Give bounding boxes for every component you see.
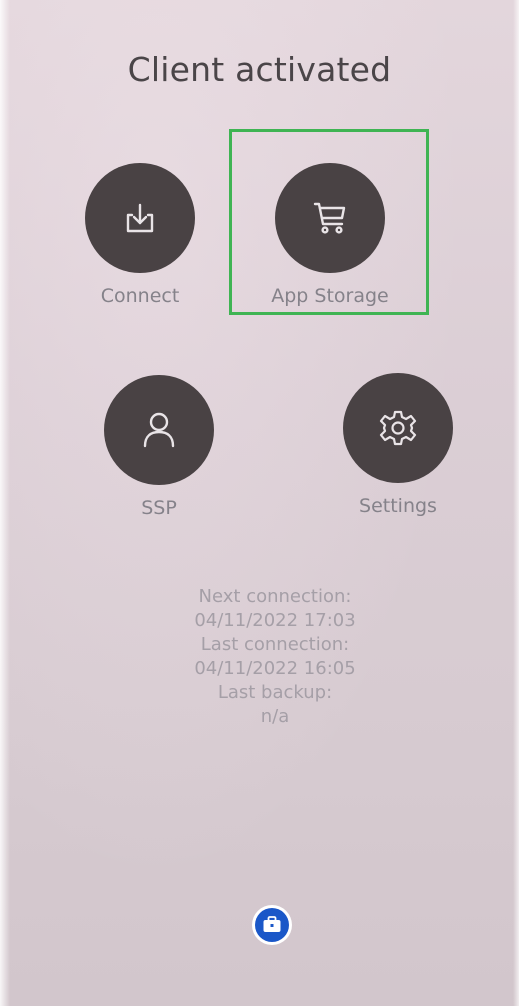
- settings-label: Settings: [359, 495, 437, 517]
- next-connection-value: 04/11/2022 17:03: [194, 610, 356, 631]
- screen: Client activated Connect App Storage SSP…: [0, 0, 519, 1006]
- last-backup-label: Last backup:: [217, 682, 333, 703]
- selection-highlight: [229, 129, 429, 315]
- work-profile-button[interactable]: [252, 905, 292, 945]
- screen-edge-left: [0, 0, 10, 1006]
- settings-button[interactable]: [343, 373, 453, 483]
- ssp-tile[interactable]: SSP: [84, 375, 234, 519]
- settings-tile[interactable]: Settings: [323, 373, 473, 517]
- screen-edge-right: [513, 0, 519, 1006]
- next-connection-label: Next connection:: [198, 586, 352, 607]
- connect-button[interactable]: [85, 163, 195, 273]
- connect-tile[interactable]: Connect: [65, 163, 215, 307]
- page-title: Client activated: [127, 50, 392, 89]
- user-icon: [143, 412, 175, 448]
- last-connection-value: 04/11/2022 16:05: [194, 658, 356, 679]
- download-icon: [126, 203, 154, 233]
- last-backup-value: n/a: [260, 706, 290, 727]
- gear-icon: [379, 410, 417, 446]
- last-connection-label: Last connection:: [200, 634, 350, 655]
- ssp-label: SSP: [141, 497, 177, 519]
- briefcase-icon: [263, 916, 281, 932]
- connect-label: Connect: [100, 285, 180, 307]
- ssp-button[interactable]: [104, 375, 214, 485]
- work-profile-badge: [255, 908, 289, 942]
- connection-info: Next connection: 04/11/2022 17:03 Last c…: [130, 585, 420, 729]
